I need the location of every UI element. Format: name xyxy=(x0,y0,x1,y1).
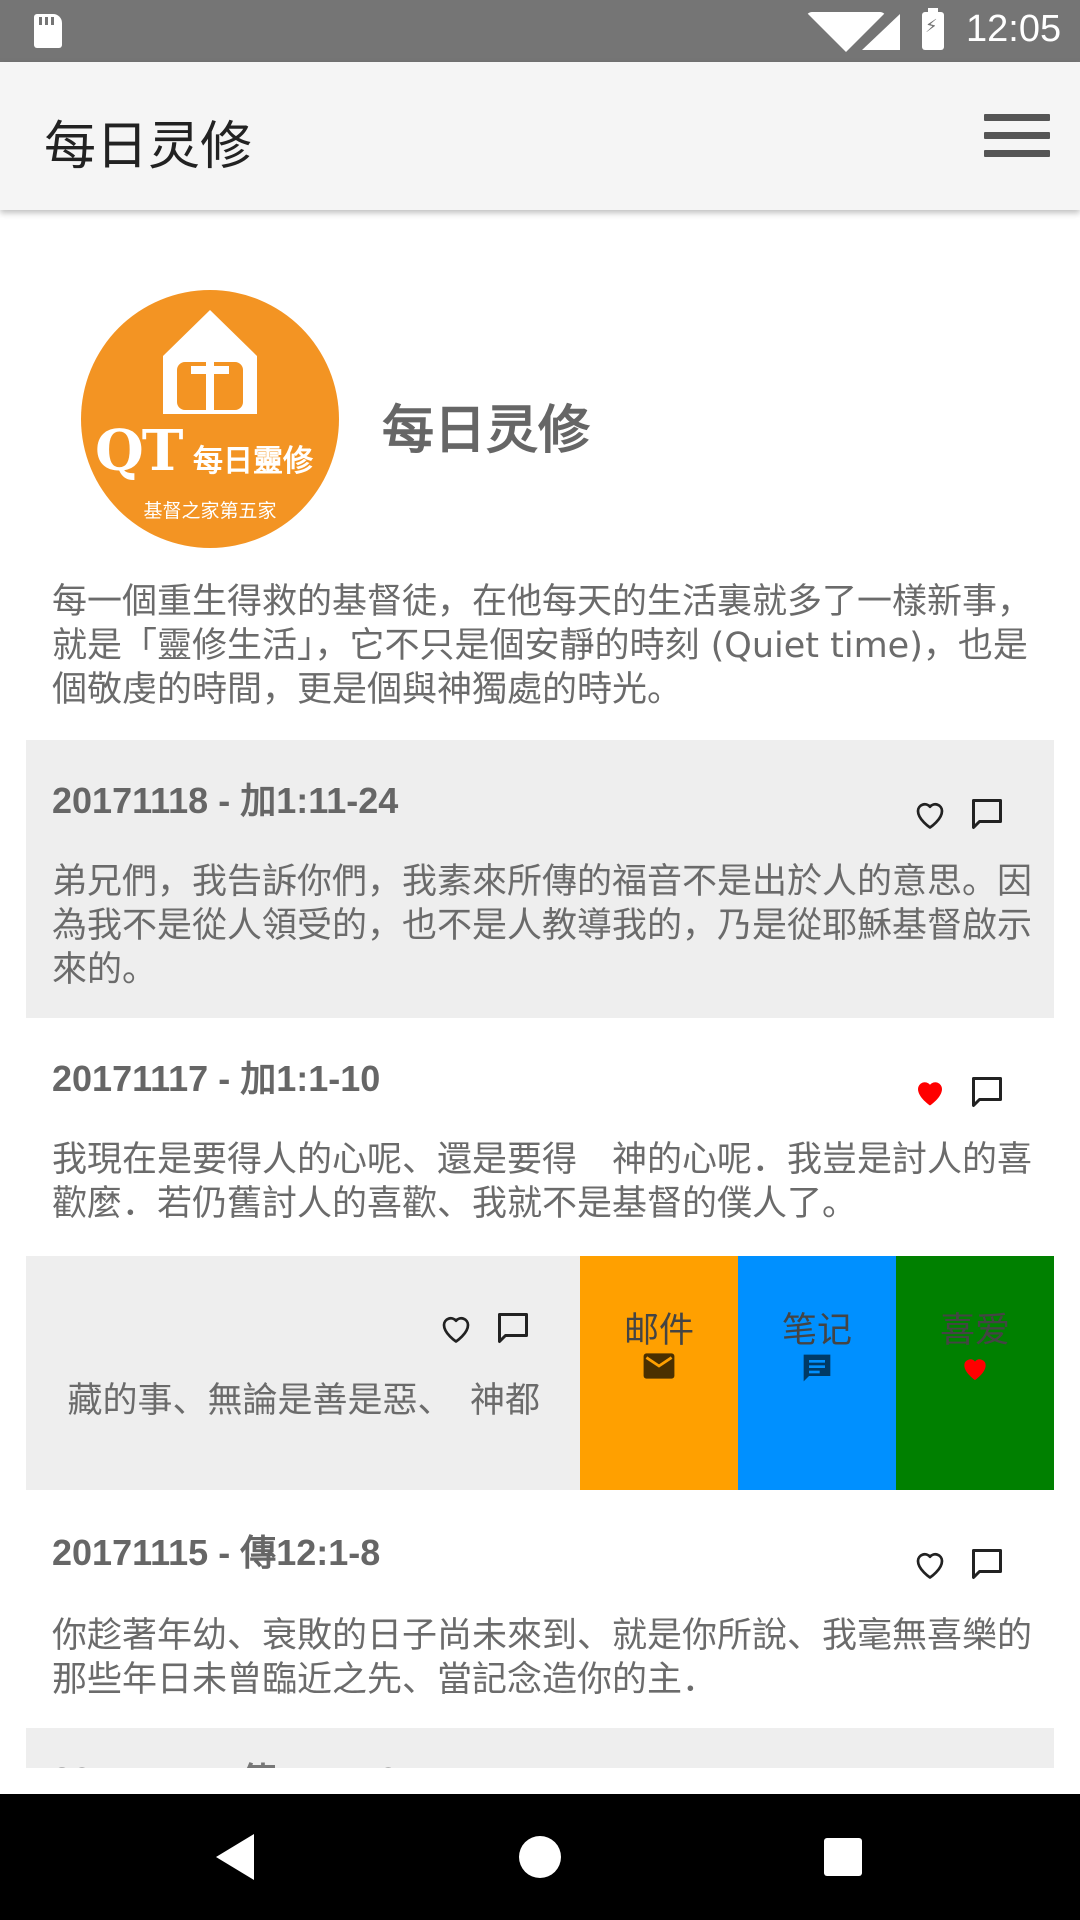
comment-icon[interactable] xyxy=(969,1074,1005,1110)
comment-icon[interactable] xyxy=(495,1310,531,1346)
logo-title: 每日靈修 xyxy=(193,444,313,479)
signal-icon xyxy=(862,14,900,50)
intro-text: 每一個重生得救的基督徒，在他每天的生活裏就多了一樣新事，就是「靈修生活」，它不只… xyxy=(52,582,1033,710)
header-title: 每日灵修 xyxy=(382,401,591,461)
mail-icon xyxy=(643,1353,675,1379)
devotion-ref: 20171115 - 傳12:1-8 xyxy=(52,1532,381,1573)
navigation-bar xyxy=(0,1794,1080,1920)
app-logo: QT 每日靈修 基督之家第五家 xyxy=(81,290,339,548)
home-icon[interactable] xyxy=(519,1836,561,1878)
recents-icon[interactable] xyxy=(824,1838,862,1876)
devotion-card[interactable]: 20171114 - 傳11:1-10 xyxy=(26,1728,1054,1768)
sd-card-icon xyxy=(34,14,62,48)
heart-icon[interactable] xyxy=(438,1310,474,1346)
devotion-card-swiped[interactable]: 藏的事、無論是善是惡、 神都 xyxy=(26,1256,580,1490)
mail-action-label: 邮件 xyxy=(623,1311,694,1351)
heart-filled-icon[interactable] xyxy=(912,1074,948,1110)
devotion-text: 我現在是要得人的心呢、還是要得 神的心呢．我豈是討人的喜歡麼．若仍舊討人的喜歡、… xyxy=(52,1140,1033,1224)
heart-icon[interactable] xyxy=(912,796,948,832)
devotion-ref: 20171114 - 傳11:1-10 xyxy=(52,1752,398,1768)
status-bar: 12:05 xyxy=(0,0,1080,62)
devotion-card[interactable]: 20171117 - 加1:1-10 我現在是要得人的心呢、還是要得 神的心呢．… xyxy=(26,1018,1054,1256)
mail-action-button[interactable]: 邮件 xyxy=(580,1256,738,1490)
back-icon[interactable] xyxy=(216,1834,254,1880)
status-time: 12:05 xyxy=(966,8,1062,50)
favorite-action-button[interactable]: 喜爱 xyxy=(896,1256,1054,1490)
devotion-ref: 20171118 - 加1:11-24 xyxy=(52,780,399,821)
app-bar: 每日灵修 xyxy=(0,62,1080,210)
heart-icon xyxy=(964,1359,986,1380)
devotion-text: 你趁著年幼、衰敗的日子尚未來到、就是你所說、我毫無喜樂的那些年日未曾臨近之先、當… xyxy=(52,1616,1033,1700)
favorite-action-label: 喜爱 xyxy=(939,1311,1010,1351)
app-title: 每日灵修 xyxy=(44,117,253,177)
note-action-label: 笔记 xyxy=(781,1311,852,1351)
devotion-text: 藏的事、無論是善是惡、 神都 xyxy=(67,1381,540,1421)
note-icon xyxy=(803,1354,831,1382)
note-action-button[interactable]: 笔记 xyxy=(738,1256,896,1490)
devotion-ref: 20171117 - 加1:1-10 xyxy=(52,1058,381,1099)
devotion-card[interactable]: 20171115 - 傳12:1-8 你趁著年幼、衰敗的日子尚未來到、就是你所說… xyxy=(26,1490,1054,1728)
comment-icon[interactable] xyxy=(969,1546,1005,1582)
logo-subtitle: 基督之家第五家 xyxy=(143,500,277,522)
devotion-card[interactable]: 20171118 - 加1:11-24 弟兄們，我告訴你們，我素來所傳的福音不是… xyxy=(26,740,1054,1018)
heart-icon[interactable] xyxy=(912,1546,948,1582)
comment-icon[interactable] xyxy=(969,796,1005,832)
logo-qt-text: QT xyxy=(95,418,183,484)
battery-charging-icon xyxy=(922,8,944,50)
menu-icon[interactable] xyxy=(984,114,1050,158)
devotion-text: 弟兄們，我告訴你們，我素來所傳的福音不是出於人的意思。因為我不是從人領受的，也不… xyxy=(52,862,1033,990)
